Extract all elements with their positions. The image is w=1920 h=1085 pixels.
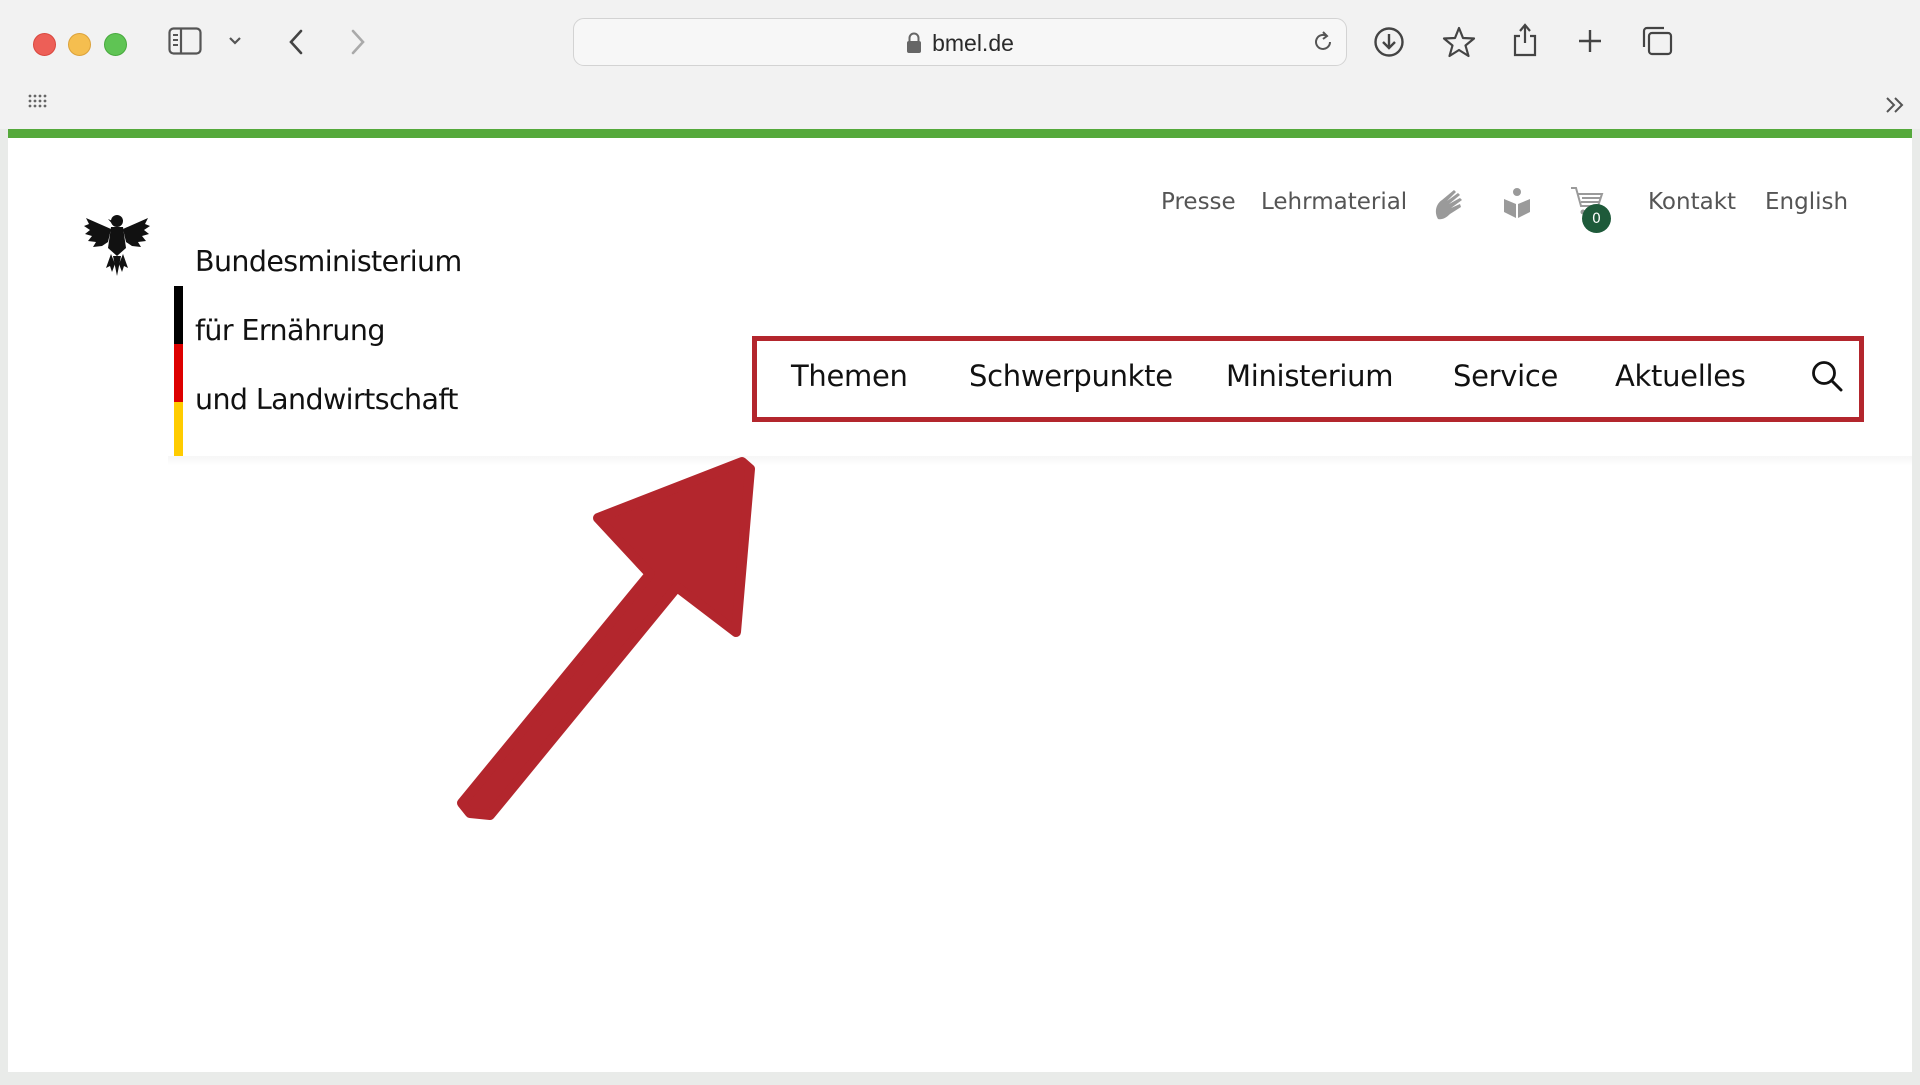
annotation-arrow	[0, 0, 1920, 1085]
screen: bmel.de Bundesministerium für Ernährung …	[0, 0, 1920, 1080]
